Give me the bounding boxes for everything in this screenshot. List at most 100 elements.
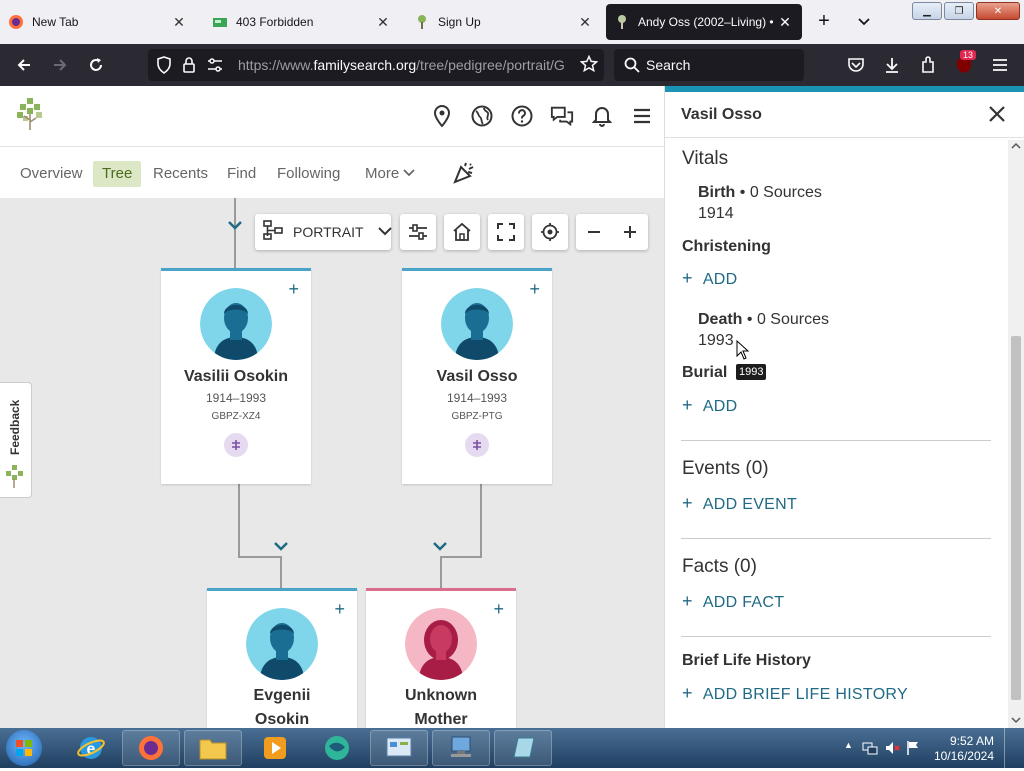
downloads-icon[interactable] bbox=[880, 53, 904, 77]
menu-icon[interactable] bbox=[988, 53, 1012, 77]
taskbar-ie[interactable]: e bbox=[62, 730, 120, 766]
close-tab-icon[interactable]: ✕ bbox=[576, 14, 594, 31]
subnav-recents[interactable]: Recents bbox=[149, 161, 212, 187]
clock-time[interactable]: 9:52 AM bbox=[950, 734, 994, 748]
extensions-icon[interactable] bbox=[916, 53, 940, 77]
messages-icon[interactable] bbox=[550, 104, 574, 128]
windows-taskbar: e ▲ 9:52 AM 10/16/2024 bbox=[0, 728, 1024, 768]
globe-icon[interactable] bbox=[470, 104, 494, 128]
bookmark-star-icon[interactable] bbox=[579, 54, 599, 78]
location-pin-icon[interactable] bbox=[430, 104, 454, 128]
volume-muted-icon[interactable] bbox=[884, 740, 900, 756]
taskbar-network[interactable] bbox=[432, 730, 490, 766]
person-name-line1: Evgenii bbox=[253, 687, 311, 704]
add-burial-button[interactable]: + ADD bbox=[682, 395, 738, 416]
add-life-history-button[interactable]: + ADD BRIEF LIFE HISTORY bbox=[682, 683, 908, 704]
taskbar-app-globe[interactable] bbox=[308, 730, 366, 766]
party-popper-icon[interactable] bbox=[452, 161, 476, 190]
lock-icon[interactable] bbox=[182, 56, 196, 79]
panel-person-name[interactable]: Vasil Osso bbox=[681, 106, 762, 124]
zoom-in-icon[interactable] bbox=[612, 214, 648, 250]
search-placeholder: Search bbox=[646, 57, 691, 73]
taskbar-notepad[interactable] bbox=[494, 730, 552, 766]
subnav-more[interactable]: More bbox=[361, 161, 419, 187]
fullscreen-button[interactable] bbox=[488, 214, 524, 250]
add-fact-button[interactable]: + ADD FACT bbox=[682, 591, 784, 612]
add-parent-icon[interactable]: + bbox=[529, 279, 540, 300]
person-card[interactable]: + Vasil Osso 1914–1993 GBPZ-PTG bbox=[402, 268, 552, 484]
person-card[interactable]: + Unknown Mother bbox=[366, 588, 516, 728]
add-event-button[interactable]: + ADD EVENT bbox=[682, 493, 797, 514]
expand-chevron-icon[interactable] bbox=[273, 541, 289, 551]
person-card[interactable]: + Vasilii Osokin 1914–1993 GBPZ-XZ4 bbox=[161, 268, 311, 484]
close-tab-icon[interactable]: ✕ bbox=[170, 14, 188, 31]
tree-settings-button[interactable] bbox=[400, 214, 436, 250]
familysearch-logo[interactable] bbox=[14, 96, 46, 132]
birth-event[interactable]: Birth • 0 Sources bbox=[698, 184, 822, 202]
extension-badge: 13 bbox=[960, 50, 977, 60]
url-text[interactable]: https://www.familysearch.org/tree/pedigr… bbox=[238, 57, 568, 73]
clock-date[interactable]: 10/16/2024 bbox=[934, 749, 994, 763]
hamburger-menu-icon[interactable] bbox=[630, 104, 654, 128]
feedback-button[interactable]: Feedback bbox=[0, 382, 32, 498]
taskbar-control-panel[interactable] bbox=[370, 730, 428, 766]
taskbar-explorer[interactable] bbox=[184, 730, 242, 766]
taskbar-media-player[interactable] bbox=[246, 730, 304, 766]
view-mode-dropdown[interactable]: PORTRAIT bbox=[255, 214, 392, 250]
expand-chevron-icon[interactable] bbox=[432, 541, 448, 551]
taskbar-firefox[interactable] bbox=[122, 730, 180, 766]
action-center-flag-icon[interactable] bbox=[906, 740, 920, 756]
new-tab-button[interactable]: + bbox=[812, 10, 836, 34]
expand-chevron-icon[interactable] bbox=[227, 220, 243, 230]
recenter-button[interactable] bbox=[532, 214, 568, 250]
add-parent-icon[interactable]: + bbox=[288, 279, 299, 300]
help-icon[interactable] bbox=[510, 104, 534, 128]
notifications-bell-icon[interactable] bbox=[590, 104, 614, 128]
permissions-icon[interactable] bbox=[206, 57, 224, 78]
home-person-button[interactable] bbox=[444, 214, 480, 250]
maximize-button[interactable]: ❐ bbox=[944, 2, 974, 20]
url-bar[interactable]: https://www.familysearch.org/tree/pedigr… bbox=[148, 49, 604, 81]
browser-tab-403[interactable]: 403 Forbidden ✕ bbox=[204, 4, 400, 40]
minimize-button[interactable]: ▁ bbox=[912, 2, 942, 20]
panel-scrollbar[interactable] bbox=[1008, 140, 1024, 728]
browser-tab-andy-oss[interactable]: Andy Oss (2002–Living) • S ✕ bbox=[606, 4, 802, 40]
close-tab-icon[interactable]: ✕ bbox=[776, 14, 794, 31]
subnav-tree[interactable]: Tree bbox=[93, 161, 142, 187]
scroll-thumb[interactable] bbox=[1011, 336, 1021, 700]
person-details-panel: Vasil Osso Vitals Birth • 0 Sources 1914… bbox=[664, 86, 1024, 728]
show-hidden-icons-icon[interactable]: ▲ bbox=[844, 740, 853, 750]
plus-icon: + bbox=[682, 395, 693, 415]
show-desktop-button[interactable] bbox=[1004, 728, 1016, 768]
zoom-out-icon[interactable] bbox=[576, 214, 612, 250]
forward-icon[interactable] bbox=[48, 53, 72, 77]
pocket-icon[interactable] bbox=[844, 53, 868, 77]
record-hints-icon[interactable] bbox=[224, 433, 248, 457]
add-parent-icon[interactable]: + bbox=[493, 599, 504, 620]
list-all-tabs-button[interactable] bbox=[852, 10, 876, 34]
pedigree-canvas[interactable]: PORTRAIT + Vasilii Osokin 1914–1993 GBPZ… bbox=[0, 198, 664, 728]
subnav-following[interactable]: Following bbox=[273, 161, 344, 187]
add-parent-icon[interactable]: + bbox=[334, 599, 345, 620]
start-button[interactable] bbox=[6, 730, 42, 766]
shield-icon[interactable] bbox=[156, 56, 172, 79]
subnav-overview[interactable]: Overview bbox=[16, 161, 87, 187]
close-icon[interactable] bbox=[985, 102, 1009, 126]
christening-heading: Christening bbox=[682, 238, 771, 255]
scroll-up-icon[interactable] bbox=[1011, 142, 1021, 150]
close-window-button[interactable]: ✕ bbox=[976, 2, 1020, 20]
death-event[interactable]: Death • 0 Sources bbox=[698, 311, 829, 329]
search-bar[interactable]: Search bbox=[614, 49, 804, 81]
add-christening-button[interactable]: + ADD bbox=[682, 268, 738, 289]
person-card[interactable]: + Evgenii Osokin bbox=[207, 588, 357, 728]
reload-icon[interactable] bbox=[84, 53, 108, 77]
network-tray-icon[interactable] bbox=[862, 740, 878, 756]
record-hints-icon[interactable] bbox=[465, 433, 489, 457]
close-tab-icon[interactable]: ✕ bbox=[374, 14, 392, 31]
tree-line bbox=[238, 484, 240, 558]
browser-tab-sign-up[interactable]: Sign Up ✕ bbox=[406, 4, 602, 40]
browser-tab-new-tab[interactable]: New Tab ✕ bbox=[0, 4, 196, 40]
back-icon[interactable] bbox=[12, 53, 36, 77]
subnav-find[interactable]: Find bbox=[223, 161, 260, 187]
scroll-down-icon[interactable] bbox=[1011, 716, 1021, 724]
